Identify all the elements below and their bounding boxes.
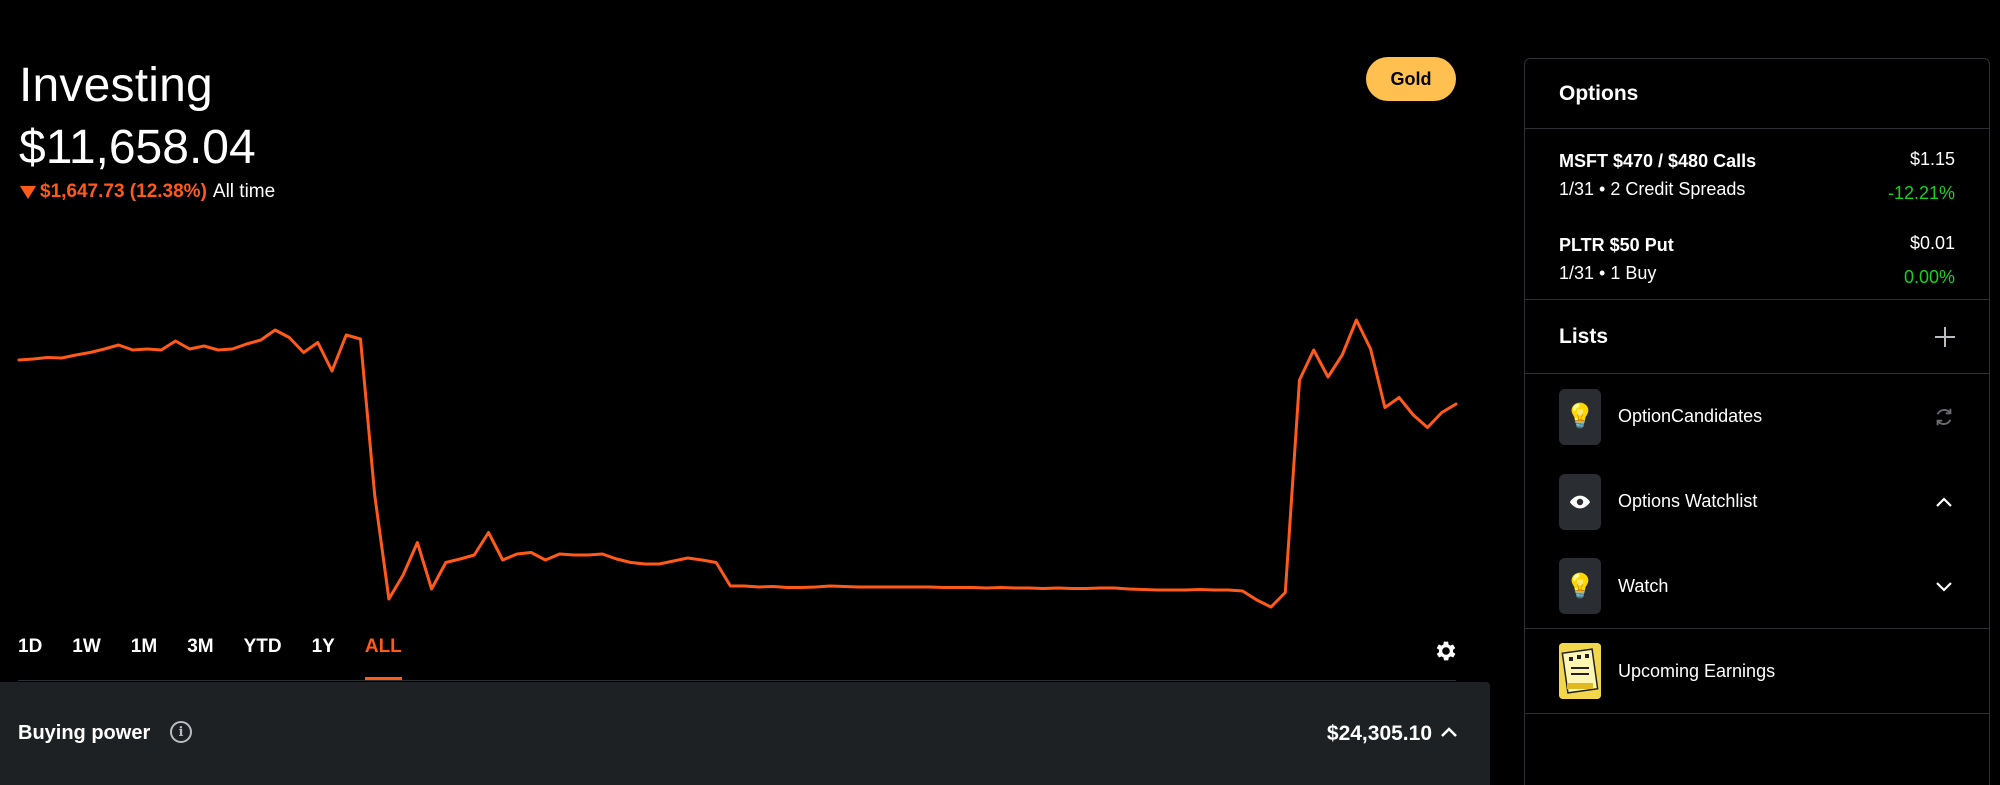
- range-tab-1m[interactable]: 1M: [131, 636, 157, 681]
- lists-header: Lists: [1525, 300, 1989, 374]
- range-tab-1w[interactable]: 1W: [72, 636, 101, 681]
- chevron-up-icon[interactable]: [1933, 491, 1955, 513]
- gear-icon[interactable]: [1433, 638, 1459, 664]
- down-arrow-icon: [20, 185, 36, 199]
- list-item-label: OptionCandidates: [1618, 406, 1763, 426]
- option-change: 0.00%: [1903, 267, 1955, 287]
- option-position-row[interactable]: PLTR $50 Put 1/31 • 1 Buy $0.01 0.00%: [1525, 215, 1989, 299]
- portfolio-value: $11,658.04: [19, 121, 256, 174]
- options-header: Options: [1525, 59, 1989, 129]
- tabs-divider: [18, 680, 1456, 681]
- option-position-row[interactable]: MSFT $470 / $480 Calls 1/31 • 2 Credit Sp…: [1525, 131, 1989, 215]
- buying-power-panel[interactable]: Buying power i $24,305.10: [0, 682, 1490, 785]
- buying-power-label: Buying power: [18, 722, 151, 744]
- options-title: Options: [1559, 81, 1639, 105]
- add-list-plus-icon[interactable]: [1935, 326, 1955, 347]
- option-name: PLTR $50 Put: [1559, 235, 1674, 255]
- chevron-up-icon[interactable]: [1440, 726, 1458, 738]
- refresh-icon[interactable]: [1933, 406, 1955, 428]
- eye-icon: [1559, 473, 1601, 530]
- list-item-optioncandidates[interactable]: 💡 OptionCandidates: [1525, 374, 1989, 459]
- change-period: All time: [212, 181, 276, 202]
- options-list: MSFT $470 / $480 Calls 1/31 • 2 Credit Sp…: [1525, 129, 1989, 300]
- option-detail: 1/31 • 2 Credit Spreads: [1559, 179, 1746, 199]
- calendar-icon: [1559, 643, 1601, 699]
- buying-power-value: $24,305.10: [1326, 722, 1432, 745]
- portfolio-change: $1,647.73 (12.38%) All time: [20, 181, 275, 203]
- chart-series-line: [17, 318, 1458, 609]
- main-panel: Investing $11,658.04 $1,647.73 (12.38%) …: [0, 0, 1490, 785]
- lightbulb-icon: 💡: [1559, 558, 1601, 614]
- range-tabs: 1D 1W 1M 3M YTD 1Y ALL: [18, 636, 432, 681]
- lists-title: Lists: [1559, 324, 1609, 348]
- range-tab-1y[interactable]: 1Y: [312, 636, 335, 681]
- option-change: -12.21%: [1887, 183, 1955, 203]
- gold-badge[interactable]: Gold: [1366, 57, 1456, 101]
- list-item-label: Options Watchlist: [1618, 491, 1758, 511]
- list-item-upcoming-earnings[interactable]: Upcoming Earnings: [1525, 629, 1989, 714]
- portfolio-chart[interactable]: [0, 300, 1470, 620]
- sidebar: Options MSFT $470 / $480 Calls 1/31 • 2 C…: [1524, 58, 1990, 785]
- list-item-watch[interactable]: 💡 Watch: [1525, 544, 1989, 629]
- page-title: Investing: [19, 59, 213, 112]
- option-price: $1.15: [1909, 149, 1955, 169]
- change-amount: $1,647.73 (12.38%): [40, 181, 207, 202]
- option-price: $0.01: [1909, 233, 1955, 253]
- list-item-label: Watch: [1618, 575, 1669, 596]
- option-detail: 1/31 • 1 Buy: [1559, 263, 1657, 283]
- list-item-label: Upcoming Earnings: [1618, 660, 1776, 681]
- option-name: MSFT $470 / $480 Calls: [1559, 151, 1757, 171]
- range-tab-3m[interactable]: 3M: [187, 636, 213, 681]
- info-icon[interactable]: i: [170, 721, 192, 743]
- list-item-options-watchlist[interactable]: Options Watchlist: [1525, 459, 1989, 544]
- lightbulb-icon: 💡: [1559, 388, 1601, 445]
- range-tab-ytd[interactable]: YTD: [244, 636, 282, 681]
- chevron-down-icon[interactable]: [1933, 575, 1955, 597]
- range-tab-1d[interactable]: 1D: [18, 636, 42, 681]
- lists: 💡 OptionCandidates Options Watchlist 💡 Watch: [1525, 374, 1989, 629]
- range-tab-all[interactable]: ALL: [364, 636, 402, 681]
